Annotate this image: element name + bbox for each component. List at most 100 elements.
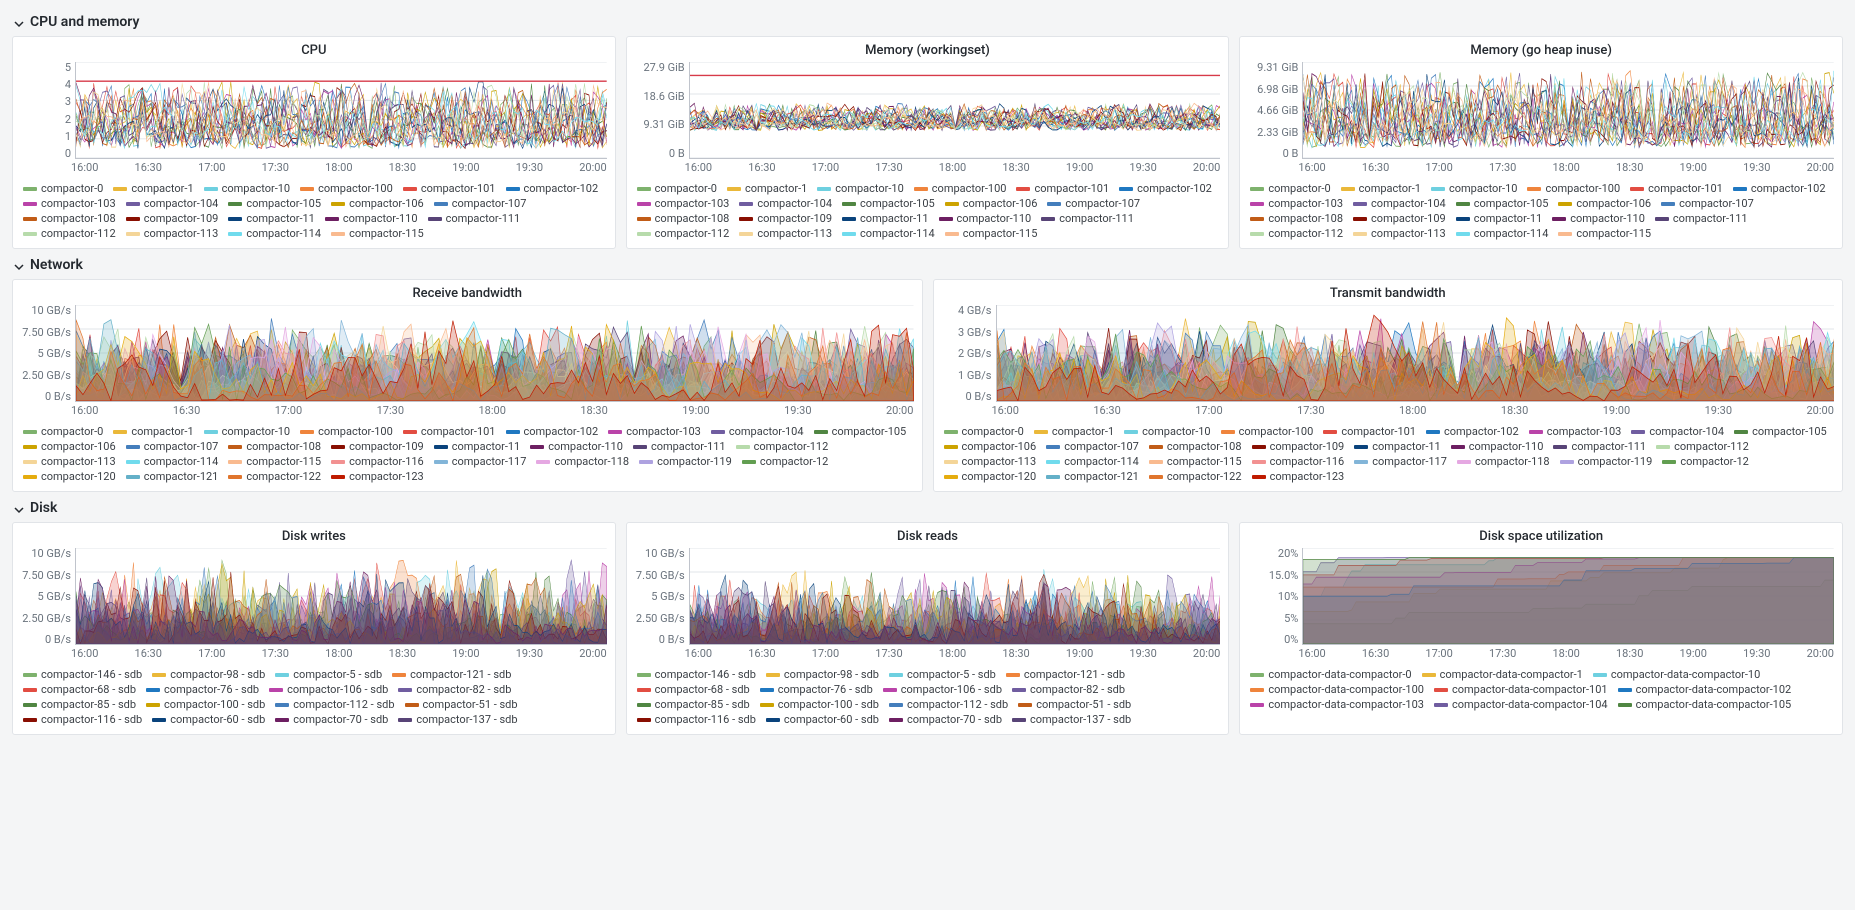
- legend-item[interactable]: compactor-146 - sdb: [23, 668, 142, 681]
- legend-item[interactable]: compactor-111: [633, 440, 726, 453]
- legend-item[interactable]: compactor-102: [1119, 182, 1212, 195]
- legend-item[interactable]: compactor-112: [736, 440, 829, 453]
- legend-item[interactable]: compactor-116: [1252, 455, 1345, 468]
- legend-item[interactable]: compactor-98 - sdb: [766, 668, 879, 681]
- legend-item[interactable]: compactor-123: [1252, 470, 1345, 483]
- legend-item[interactable]: compactor-107: [1046, 440, 1139, 453]
- legend-item[interactable]: compactor-121 - sdb: [392, 668, 511, 681]
- legend-item[interactable]: compactor-10: [204, 182, 291, 195]
- legend-item[interactable]: compactor-101: [1630, 182, 1723, 195]
- legend-item[interactable]: compactor-76 - sdb: [760, 683, 873, 696]
- legend-item[interactable]: compactor-113: [23, 455, 116, 468]
- legend-item[interactable]: compactor-0: [637, 182, 717, 195]
- plot-area[interactable]: [996, 305, 1835, 402]
- legend-item[interactable]: compactor-112: [23, 227, 116, 240]
- legend-item[interactable]: compactor-68 - sdb: [637, 683, 750, 696]
- legend-item[interactable]: compactor-105: [814, 425, 907, 438]
- legend-item[interactable]: compactor-data-compactor-105: [1618, 698, 1792, 711]
- legend-item[interactable]: compactor-137 - sdb: [398, 713, 517, 726]
- legend-item[interactable]: compactor-1: [113, 425, 193, 438]
- legend-item[interactable]: compactor-122: [228, 470, 321, 483]
- legend-item[interactable]: compactor-112: [1656, 440, 1749, 453]
- legend-item[interactable]: compactor-60 - sdb: [766, 713, 879, 726]
- section-header-cpu-memory[interactable]: CPU and memory: [14, 14, 1843, 30]
- legend-item[interactable]: compactor-120: [944, 470, 1037, 483]
- legend-item[interactable]: compactor-100: [300, 182, 393, 195]
- legend-item[interactable]: compactor-121 - sdb: [1006, 668, 1125, 681]
- legend-item[interactable]: compactor-114: [1456, 227, 1549, 240]
- legend-item[interactable]: compactor-data-compactor-102: [1618, 683, 1792, 696]
- legend-item[interactable]: compactor-111: [1655, 212, 1748, 225]
- legend-item[interactable]: compactor-107: [434, 197, 527, 210]
- legend-item[interactable]: compactor-105: [842, 197, 935, 210]
- legend-item[interactable]: compactor-data-compactor-103: [1250, 698, 1424, 711]
- legend-item[interactable]: compactor-111: [428, 212, 521, 225]
- legend-item[interactable]: compactor-121: [126, 470, 219, 483]
- panel-disk-reads[interactable]: Disk reads10 GB/s7.50 GB/s5 GB/s2.50 GB/…: [626, 522, 1230, 735]
- legend-item[interactable]: compactor-104: [711, 425, 804, 438]
- legend-item[interactable]: compactor-76 - sdb: [146, 683, 259, 696]
- plot-area[interactable]: [1302, 62, 1834, 159]
- legend-item[interactable]: compactor-121: [1046, 470, 1139, 483]
- legend-item[interactable]: compactor-11: [1354, 440, 1441, 453]
- plot-area[interactable]: [75, 305, 914, 402]
- legend-item[interactable]: compactor-109: [739, 212, 832, 225]
- legend-item[interactable]: compactor-101: [1323, 425, 1416, 438]
- legend-item[interactable]: compactor-116 - sdb: [23, 713, 142, 726]
- legend-item[interactable]: compactor-111: [1041, 212, 1134, 225]
- legend-item[interactable]: compactor-118: [1457, 455, 1550, 468]
- legend-item[interactable]: compactor-112: [1250, 227, 1343, 240]
- legend-item[interactable]: compactor-105: [1734, 425, 1827, 438]
- legend-item[interactable]: compactor-1: [113, 182, 193, 195]
- legend-item[interactable]: compactor-101: [403, 182, 496, 195]
- legend-item[interactable]: compactor-106: [23, 440, 116, 453]
- legend-item[interactable]: compactor-119: [639, 455, 732, 468]
- panel-disk-space[interactable]: Disk space utilization20%15.0%10%5%0%16:…: [1239, 522, 1843, 735]
- legend-item[interactable]: compactor-11: [842, 212, 929, 225]
- legend-item[interactable]: compactor-113: [739, 227, 832, 240]
- legend-item[interactable]: compactor-100: [1527, 182, 1620, 195]
- legend-item[interactable]: compactor-102: [506, 425, 599, 438]
- legend-item[interactable]: compactor-103: [637, 197, 730, 210]
- legend-item[interactable]: compactor-106 - sdb: [883, 683, 1002, 696]
- legend-item[interactable]: compactor-109: [1353, 212, 1446, 225]
- legend-item[interactable]: compactor-101: [403, 425, 496, 438]
- legend-item[interactable]: compactor-data-compactor-0: [1250, 668, 1411, 681]
- legend-item[interactable]: compactor-108: [228, 440, 321, 453]
- legend-item[interactable]: compactor-82 - sdb: [398, 683, 511, 696]
- legend-item[interactable]: compactor-113: [1353, 227, 1446, 240]
- legend-item[interactable]: compactor-137 - sdb: [1012, 713, 1131, 726]
- legend-item[interactable]: compactor-123: [331, 470, 424, 483]
- legend-item[interactable]: compactor-68 - sdb: [23, 683, 136, 696]
- legend-item[interactable]: compactor-85 - sdb: [23, 698, 136, 711]
- legend-item[interactable]: compactor-10: [1431, 182, 1518, 195]
- section-header-disk[interactable]: Disk: [14, 500, 1843, 516]
- legend-item[interactable]: compactor-104: [739, 197, 832, 210]
- legend-item[interactable]: compactor-103: [1250, 197, 1343, 210]
- panel-transmit-bandwidth[interactable]: Transmit bandwidth4 GB/s3 GB/s2 GB/s1 GB…: [933, 279, 1844, 492]
- panel-memory-workingset[interactable]: Memory (workingset)27.9 GiB18.6 GiB9.31 …: [626, 36, 1230, 249]
- legend-item[interactable]: compactor-1: [1034, 425, 1114, 438]
- legend-item[interactable]: compactor-105: [228, 197, 321, 210]
- legend-item[interactable]: compactor-104: [126, 197, 219, 210]
- legend-item[interactable]: compactor-114: [1046, 455, 1139, 468]
- legend-item[interactable]: compactor-110: [325, 212, 418, 225]
- legend-item[interactable]: compactor-85 - sdb: [637, 698, 750, 711]
- legend-item[interactable]: compactor-103: [23, 197, 116, 210]
- legend-item[interactable]: compactor-106 - sdb: [269, 683, 388, 696]
- legend-item[interactable]: compactor-119: [1560, 455, 1653, 468]
- legend-item[interactable]: compactor-100: [1221, 425, 1314, 438]
- legend-item[interactable]: compactor-100 - sdb: [760, 698, 879, 711]
- legend-item[interactable]: compactor-100 - sdb: [146, 698, 265, 711]
- legend-item[interactable]: compactor-11: [228, 212, 315, 225]
- legend-item[interactable]: compactor-1: [727, 182, 807, 195]
- legend-item[interactable]: compactor-70 - sdb: [889, 713, 1002, 726]
- legend-item[interactable]: compactor-0: [1250, 182, 1330, 195]
- legend-item[interactable]: compactor-111: [1553, 440, 1646, 453]
- legend-item[interactable]: compactor-105: [1456, 197, 1549, 210]
- section-header-network[interactable]: Network: [14, 257, 1843, 273]
- legend-item[interactable]: compactor-102: [1733, 182, 1826, 195]
- legend-item[interactable]: compactor-118: [536, 455, 629, 468]
- legend-item[interactable]: compactor-101: [1016, 182, 1109, 195]
- legend-item[interactable]: compactor-113: [126, 227, 219, 240]
